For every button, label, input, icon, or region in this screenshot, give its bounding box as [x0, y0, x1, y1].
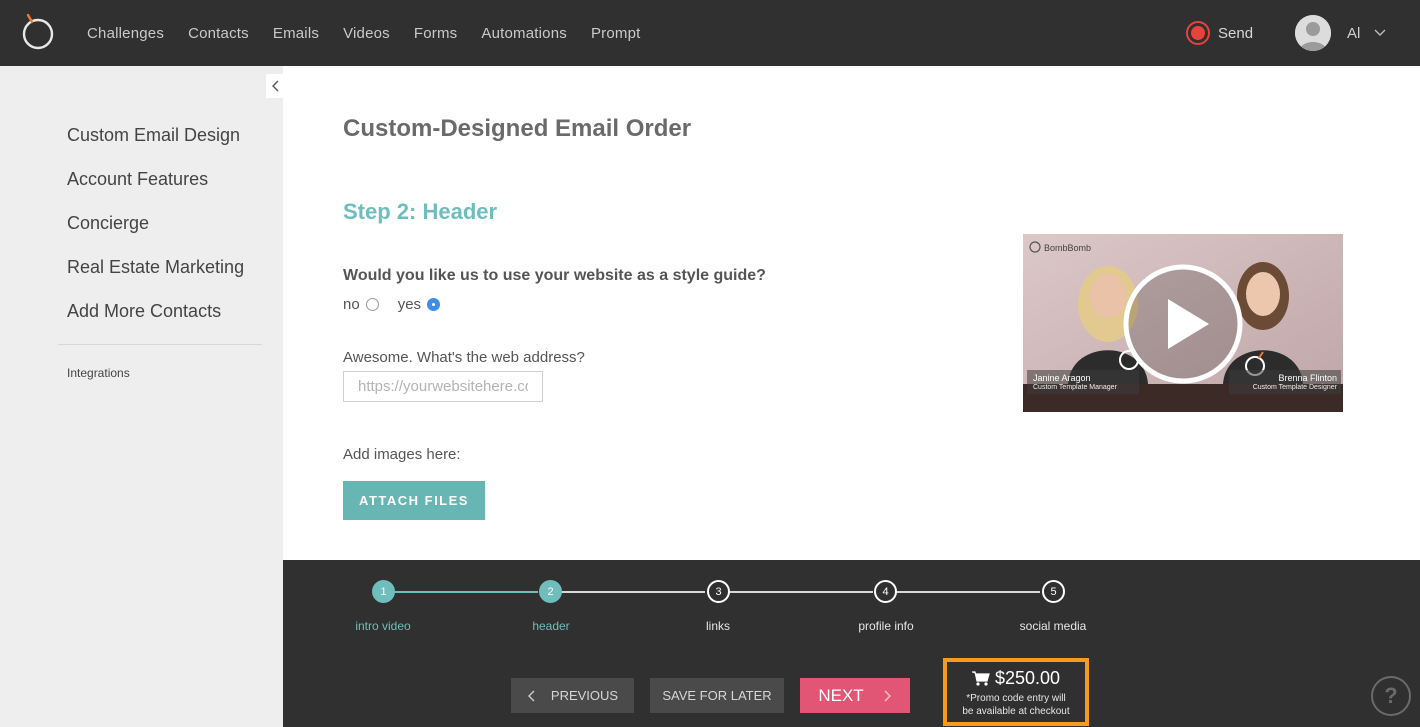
sidebar-divider: [58, 344, 262, 345]
user-menu[interactable]: Al: [1295, 15, 1386, 51]
cart-icon: [971, 671, 990, 686]
step-2-dot[interactable]: 2: [539, 580, 562, 603]
play-icon[interactable]: [1126, 267, 1240, 381]
sidebar-item-custom-email-design[interactable]: Custom Email Design: [67, 125, 240, 146]
nav-emails[interactable]: Emails: [273, 25, 319, 42]
sidebar-item-add-more-contacts[interactable]: Add More Contacts: [67, 301, 221, 322]
radio-no[interactable]: no: [343, 296, 379, 313]
nav-challenges[interactable]: Challenges: [87, 25, 164, 42]
nav-automations[interactable]: Automations: [481, 25, 567, 42]
wizard-footer: 1 2 3 4 5 intro video header links profi…: [283, 560, 1420, 727]
video-brand-label: BombBomb: [1044, 243, 1092, 253]
video-person-right-name: Brenna Flinton: [1278, 373, 1337, 383]
step-5-dot[interactable]: 5: [1042, 580, 1065, 603]
web-address-input[interactable]: [343, 371, 543, 402]
radio-no-input[interactable]: [365, 298, 379, 311]
step-3-label[interactable]: links: [706, 619, 730, 633]
help-button[interactable]: ?: [1371, 676, 1411, 716]
top-navbar: Challenges Contacts Emails Videos Forms …: [0, 0, 1420, 66]
radio-no-label: no: [343, 296, 360, 313]
web-address-label: Awesome. What's the web address?: [343, 349, 585, 366]
promo-note-line-1: *Promo code entry will: [966, 693, 1066, 704]
save-for-later-button[interactable]: SAVE FOR LATER: [650, 678, 784, 713]
radio-yes-input[interactable]: [427, 298, 441, 311]
previous-button[interactable]: PREVIOUS: [511, 678, 634, 713]
step-3-dot[interactable]: 3: [707, 580, 730, 603]
page-title: Custom-Designed Email Order: [343, 115, 692, 142]
avatar: [1295, 15, 1331, 51]
step-1-dot[interactable]: 1: [372, 580, 395, 603]
chevron-down-icon: [1374, 24, 1386, 42]
progress-line-todo: [561, 591, 705, 593]
main-nav: Challenges Contacts Emails Videos Forms …: [87, 0, 665, 66]
next-button-label: NEXT: [818, 685, 864, 705]
step-1-label[interactable]: intro video: [355, 619, 410, 633]
send-button[interactable]: Send: [1186, 21, 1253, 45]
record-icon: [1186, 21, 1210, 45]
style-guide-question: Would you like us to use your website as…: [343, 267, 766, 284]
chevron-right-icon: [884, 690, 891, 701]
progress-line-todo: [729, 591, 873, 593]
bombbomb-logo-icon[interactable]: [20, 13, 56, 51]
chevron-left-icon: [271, 80, 278, 92]
send-label: Send: [1218, 24, 1254, 42]
sidebar: Custom Email Design Account Features Con…: [0, 66, 283, 727]
add-images-label: Add images here:: [343, 446, 461, 463]
radio-yes-label: yes: [397, 296, 422, 313]
nav-videos[interactable]: Videos: [343, 25, 390, 42]
next-button[interactable]: NEXT: [800, 678, 910, 713]
radio-yes[interactable]: yes: [397, 296, 441, 313]
sidebar-item-account-features[interactable]: Account Features: [67, 169, 208, 190]
progress-line-todo: [896, 591, 1040, 593]
step-4-dot[interactable]: 4: [874, 580, 897, 603]
sidebar-item-integrations[interactable]: Integrations: [67, 366, 130, 380]
intro-video-player[interactable]: BombBomb Janine Aragon Custom Template M…: [1023, 234, 1343, 412]
promo-note-line-2: be available at checkout: [962, 706, 1070, 717]
sidebar-item-real-estate-marketing[interactable]: Real Estate Marketing: [67, 257, 244, 278]
video-person-right-role: Custom Template Designer: [1252, 384, 1337, 391]
cart-price-box[interactable]: $250.00 *Promo code entry will be availa…: [943, 658, 1089, 726]
step-2-label[interactable]: header: [532, 619, 569, 633]
chevron-left-icon: [527, 690, 535, 701]
nav-forms[interactable]: Forms: [414, 25, 458, 42]
cart-price: $250.00: [994, 668, 1061, 688]
sidebar-item-concierge[interactable]: Concierge: [67, 213, 149, 234]
nav-prompt[interactable]: Prompt: [591, 25, 641, 42]
collapse-sidebar-button[interactable]: [266, 74, 283, 98]
attach-files-button[interactable]: ATTACH FILES: [343, 481, 485, 520]
progress-line-done: [394, 591, 538, 593]
previous-button-label: PREVIOUS: [550, 688, 619, 703]
step-4-label[interactable]: profile info: [858, 619, 913, 633]
user-name: Al: [1347, 24, 1361, 42]
nav-contacts[interactable]: Contacts: [188, 25, 249, 42]
style-guide-radio-group: no yes: [343, 296, 441, 313]
promo-note: *Promo code entry will be available at c…: [947, 692, 1085, 718]
step-5-label[interactable]: social media: [1020, 619, 1087, 633]
video-person-left-role: Custom Template Manager: [1033, 384, 1117, 391]
video-person-left-name: Janine Aragon: [1033, 373, 1091, 383]
step-title: Step 2: Header: [343, 199, 498, 224]
